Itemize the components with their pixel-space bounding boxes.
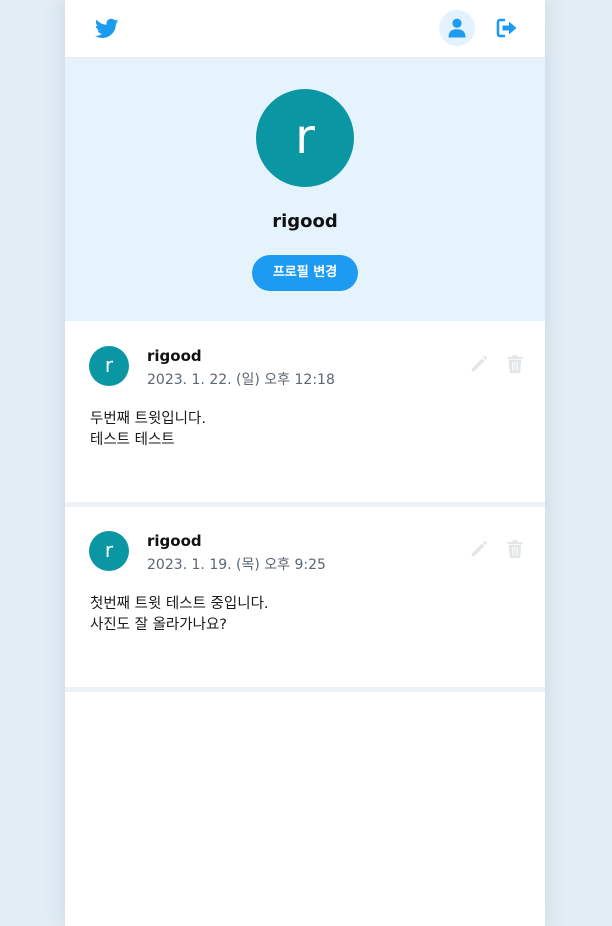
- tweet-date: 2023. 1. 19. (목) 오후 9:25: [147, 557, 326, 573]
- profile-header: r rigood 프로필 변경: [65, 58, 545, 321]
- tweet-card: r rigood 2023. 1. 19. (목) 오후 9:25 첫번째 트윗…: [65, 507, 545, 687]
- sign-out-icon: [496, 18, 517, 38]
- tweet-text: 첫번째 트윗 테스트 중입니다. 사진도 잘 올라가나요?: [90, 594, 269, 636]
- tweet-author: rigood: [147, 347, 202, 365]
- tweet-text: 두번째 트윗입니다. 테스트 테스트: [90, 409, 206, 451]
- profile-nav-button[interactable]: [439, 10, 475, 46]
- trash-icon[interactable]: [507, 355, 523, 373]
- divider: [65, 687, 545, 692]
- tweet-author: rigood: [147, 532, 202, 550]
- logout-button[interactable]: [495, 16, 519, 40]
- tweet-text-line: 테스트 테스트: [90, 432, 175, 448]
- trash-icon[interactable]: [507, 540, 523, 558]
- tweet-text-line: 첫번째 트윗 테스트 중입니다.: [90, 596, 269, 612]
- app-container: r rigood 프로필 변경 r rigood 2023. 1. 22. (일…: [65, 0, 545, 926]
- top-navigation: [65, 0, 545, 58]
- pencil-icon[interactable]: [470, 540, 488, 558]
- profile-avatar: r: [256, 89, 354, 187]
- tweet-text-line: 사진도 잘 올라가나요?: [90, 617, 227, 633]
- tweet-card: r rigood 2023. 1. 22. (일) 오후 12:18 두번째 트…: [65, 322, 545, 502]
- tweet-date: 2023. 1. 22. (일) 오후 12:18: [147, 372, 335, 388]
- user-icon: [448, 18, 466, 38]
- avatar: r: [89, 531, 129, 571]
- edit-profile-button[interactable]: 프로필 변경: [252, 255, 358, 291]
- profile-name: rigood: [272, 211, 338, 232]
- avatar: r: [89, 346, 129, 386]
- twitter-bird-icon[interactable]: [95, 16, 119, 40]
- pencil-icon[interactable]: [470, 355, 488, 373]
- tweet-text-line: 두번째 트윗입니다.: [90, 411, 206, 427]
